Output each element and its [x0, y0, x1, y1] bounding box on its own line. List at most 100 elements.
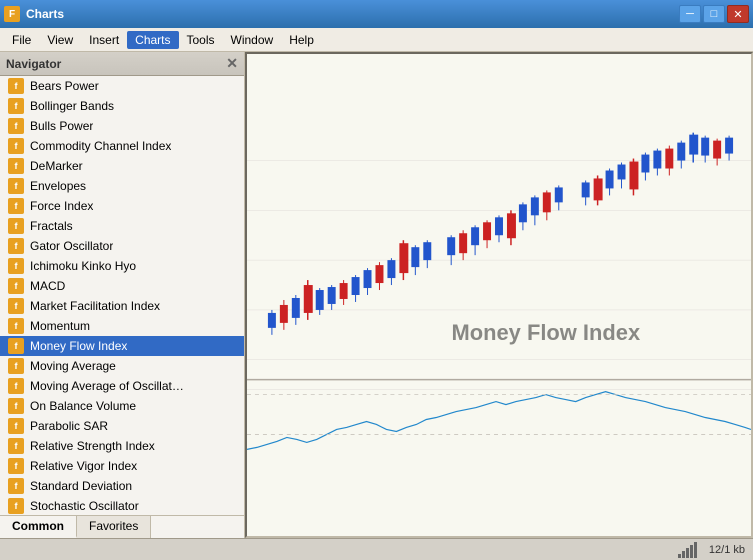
navigator-list-item[interactable]: f Commodity Channel Index: [0, 136, 244, 156]
navigator-list-item[interactable]: f Force Index: [0, 196, 244, 216]
navigator-list-item[interactable]: f Bollinger Bands: [0, 96, 244, 116]
navigator-list-item[interactable]: fOn Balance Volume: [0, 396, 244, 416]
maximize-button[interactable]: □: [703, 5, 725, 23]
signal-bar-4: [690, 545, 693, 558]
indicator-icon: f: [8, 158, 24, 174]
window-controls: ─ □ ✕: [679, 5, 749, 23]
menu-item-tools[interactable]: Tools: [179, 31, 223, 49]
navigator-list-item[interactable]: f DeMarker: [0, 156, 244, 176]
indicator-label: Moving Average: [30, 359, 116, 373]
indicator-label: Relative Strength Index: [30, 439, 155, 453]
indicator-label: Parabolic SAR: [30, 419, 108, 433]
navigator-list: fBears PowerfBollinger BandsfBulls Power…: [0, 76, 244, 515]
navigator-list-item[interactable]: f MACD: [0, 276, 244, 296]
indicator-label: Fractals: [30, 219, 73, 233]
status-right: 12/1 kb: [678, 542, 745, 558]
navigator-list-item[interactable]: fIchimoku Kinko Hyo: [0, 256, 244, 276]
indicator-icon: f: [8, 378, 24, 394]
navigator-list-item[interactable]: f Fractals: [0, 216, 244, 236]
navigator-list-item[interactable]: fBears Power: [0, 76, 244, 96]
indicator-label: Force Index: [30, 199, 93, 213]
navigator-list-item[interactable]: f Stochastic Oscillator: [0, 496, 244, 515]
indicator-label: Money Flow Index: [30, 339, 127, 353]
menu-item-view[interactable]: View: [39, 31, 81, 49]
indicator-icon: f: [8, 138, 24, 154]
navigator-list-item[interactable]: f Moving Average: [0, 356, 244, 376]
menu-item-charts[interactable]: Charts: [127, 31, 178, 49]
indicator-icon: f: [8, 198, 24, 214]
app-icon: F: [4, 6, 20, 22]
minimize-button[interactable]: ─: [679, 5, 701, 23]
indicator-icon: f: [8, 498, 24, 514]
indicator-label: Bollinger Bands: [30, 99, 114, 113]
menu-item-help[interactable]: Help: [281, 31, 322, 49]
navigator-close-button[interactable]: ✕: [226, 55, 238, 72]
navigator-list-item[interactable]: f Standard Deviation: [0, 476, 244, 496]
indicator-icon: f: [8, 338, 24, 354]
indicator-icon: f: [8, 478, 24, 494]
indicator-icon: f: [8, 238, 24, 254]
indicator-icon: f: [8, 178, 24, 194]
signal-bar-3: [686, 548, 689, 558]
navigator-list-item[interactable]: f Bulls Power: [0, 116, 244, 136]
indicator-icon: f: [8, 278, 24, 294]
indicator-label: Momentum: [30, 319, 90, 333]
indicator-label: Stochastic Oscillator: [30, 499, 139, 513]
indicator-label: Envelopes: [30, 179, 86, 193]
indicator-icon: f: [8, 318, 24, 334]
indicator-icon: f: [8, 458, 24, 474]
main-container: Navigator ✕ fBears PowerfBollinger Bands…: [0, 52, 753, 538]
indicator-label: Standard Deviation: [30, 479, 132, 493]
indicator-label: MACD: [30, 279, 65, 293]
status-right-text: 12/1 kb: [709, 544, 745, 556]
indicator-icon: f: [8, 418, 24, 434]
indicator-icon: f: [8, 78, 24, 94]
navigator-list-item[interactable]: f Relative Vigor Index: [0, 456, 244, 476]
signal-bar-1: [678, 554, 681, 558]
title-bar: F Charts ─ □ ✕: [0, 0, 753, 28]
indicator-icon: f: [8, 98, 24, 114]
navigator-list-item[interactable]: f Money Flow Index: [0, 336, 244, 356]
indicator-icon: f: [8, 218, 24, 234]
menu-item-insert[interactable]: Insert: [81, 31, 127, 49]
navigator-list-item[interactable]: f Gator Oscillator: [0, 236, 244, 256]
signal-bar-5: [694, 542, 697, 558]
indicator-label: Moving Average of Oscillat…: [30, 379, 184, 393]
indicator-icon: f: [8, 118, 24, 134]
navigator-title: Navigator: [6, 57, 61, 71]
chart-svg-container: Money Flow Index: [247, 54, 751, 536]
indicator-label: DeMarker: [30, 159, 83, 173]
signal-bar-2: [682, 551, 685, 558]
indicator-icon: f: [8, 398, 24, 414]
navigator-header: Navigator ✕: [0, 52, 244, 76]
status-bar: 12/1 kb: [0, 538, 753, 560]
svg-text:Money Flow Index: Money Flow Index: [451, 320, 640, 345]
nav-tab-common[interactable]: Common: [0, 516, 77, 538]
nav-tab-favorites[interactable]: Favorites: [77, 516, 151, 538]
navigator-panel: Navigator ✕ fBears PowerfBollinger Bands…: [0, 52, 245, 538]
navigator-list-item[interactable]: f Market Facilitation Index: [0, 296, 244, 316]
navigator-tabs: CommonFavorites: [0, 515, 244, 538]
window-title: Charts: [26, 7, 64, 21]
signal-indicator: [678, 542, 697, 558]
navigator-list-item[interactable]: f Momentum: [0, 316, 244, 336]
navigator-list-item[interactable]: f Envelopes: [0, 176, 244, 196]
menu-item-file[interactable]: File: [4, 31, 39, 49]
indicator-icon: f: [8, 298, 24, 314]
indicator-label: Bulls Power: [30, 119, 93, 133]
indicator-label: Gator Oscillator: [30, 239, 113, 253]
close-button[interactable]: ✕: [727, 5, 749, 23]
indicator-label: Commodity Channel Index: [30, 139, 171, 153]
indicator-icon: f: [8, 358, 24, 374]
menu-bar: FileViewInsertChartsToolsWindowHelp: [0, 28, 753, 52]
indicator-label: Relative Vigor Index: [30, 459, 137, 473]
indicator-icon: f: [8, 438, 24, 454]
navigator-list-item[interactable]: f Relative Strength Index: [0, 436, 244, 456]
indicator-icon: f: [8, 258, 24, 274]
navigator-list-item[interactable]: f Parabolic SAR: [0, 416, 244, 436]
chart-border: Money Flow Index: [245, 52, 753, 538]
chart-area: Money Flow Index: [245, 52, 753, 538]
menu-item-window[interactable]: Window: [223, 31, 282, 49]
navigator-list-item[interactable]: f Moving Average of Oscillat…: [0, 376, 244, 396]
indicator-label: Market Facilitation Index: [30, 299, 160, 313]
